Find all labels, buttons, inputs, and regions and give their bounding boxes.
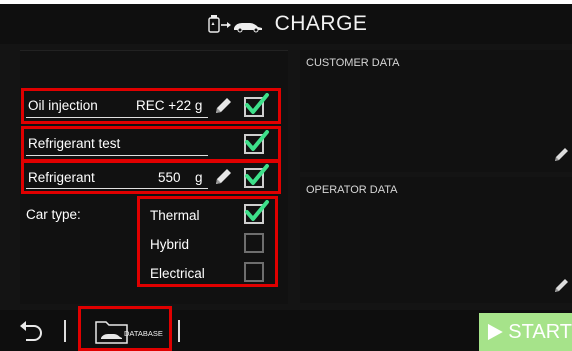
start-label: START (508, 320, 572, 343)
checkmark-icon (245, 164, 269, 185)
header-bar: CHARGE (0, 4, 572, 44)
refrigerant-underline (26, 188, 208, 189)
operator-data-panel[interactable]: OPERATOR DATA (300, 177, 572, 303)
checkmark-icon (245, 93, 269, 114)
car-type-thermal-checkbox[interactable] (244, 200, 269, 224)
toolbar-separator (64, 320, 66, 342)
oil-injection-value[interactable]: REC +22 g (136, 98, 202, 113)
car-type-hybrid-checkbox[interactable] (244, 233, 264, 253)
edit-oil-injection-icon[interactable] (213, 96, 233, 116)
edit-refrigerant-icon[interactable] (213, 167, 233, 187)
refrigerant-test-underline (26, 155, 208, 156)
play-icon (487, 323, 503, 341)
checkmark-icon (245, 200, 269, 221)
page-title: CHARGE (274, 12, 368, 35)
refrigerant-checkbox[interactable] (244, 164, 269, 188)
oil-injection-checkbox[interactable] (244, 93, 269, 117)
car-type-electrical-checkbox[interactable] (244, 262, 264, 282)
oil-injection-label: Oil injection (28, 98, 98, 113)
edit-operator-icon[interactable] (552, 277, 570, 295)
checkmark-icon (245, 130, 269, 151)
start-button[interactable]: START (479, 313, 572, 351)
customer-data-title: CUSTOMER DATA (306, 57, 400, 69)
refrigerant-unit: g (195, 170, 203, 185)
edit-customer-icon[interactable] (552, 146, 570, 164)
car-type-electrical-label: Electrical (150, 266, 205, 281)
operator-data-title: OPERATOR DATA (306, 184, 398, 196)
refrigerant-test-checkbox[interactable] (244, 130, 269, 154)
back-arrow-icon[interactable] (18, 318, 44, 342)
customer-data-panel[interactable]: CUSTOMER DATA (300, 50, 572, 172)
database-label: DATABASE (124, 329, 163, 338)
car-type-hybrid-label: Hybrid (150, 237, 190, 252)
refrigerant-test-label: Refrigerant test (28, 136, 121, 151)
charge-car-icon (207, 15, 262, 33)
oil-injection-underline (26, 117, 208, 118)
database-button[interactable]: DATABASE (94, 316, 164, 346)
car-type-label: Car type: (26, 207, 81, 222)
refrigerant-value[interactable]: 550 (158, 170, 181, 185)
refrigerant-label: Refrigerant (28, 170, 95, 185)
car-type-thermal-label: Thermal (150, 208, 200, 223)
toolbar-separator (178, 320, 180, 342)
